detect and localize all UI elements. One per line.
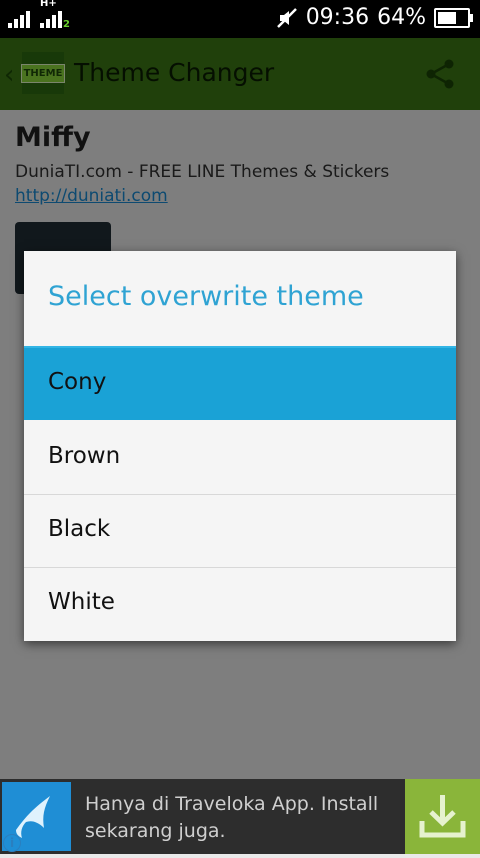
option-cony[interactable]: Cony xyxy=(24,348,456,420)
ad-banner[interactable]: Hanya di Traveloka App. Install sekarang… xyxy=(0,779,480,854)
battery-percent: 64% xyxy=(377,5,426,30)
status-bar: H+ 2 09:36 64% xyxy=(0,0,480,38)
option-label: Cony xyxy=(48,369,107,395)
signal-strength-icon-2 xyxy=(40,8,62,28)
clock: 09:36 xyxy=(305,5,370,30)
sim2-signal: H+ 2 xyxy=(40,0,70,30)
mute-icon xyxy=(276,7,297,28)
option-label: Black xyxy=(48,516,111,542)
signal-indicators: H+ 2 xyxy=(8,0,70,30)
sim2-label: 2 xyxy=(63,19,70,30)
option-white[interactable]: White xyxy=(24,568,456,640)
battery-icon xyxy=(434,7,473,28)
download-icon xyxy=(419,795,466,838)
option-black[interactable]: Black xyxy=(24,495,456,568)
select-theme-dialog: Select overwrite theme Cony Brown Black … xyxy=(24,251,456,641)
signal-strength-icon xyxy=(8,8,30,28)
ad-info-icon[interactable]: i xyxy=(3,834,21,852)
option-brown[interactable]: Brown xyxy=(24,422,456,495)
download-button[interactable] xyxy=(405,779,480,854)
option-label: White xyxy=(48,589,115,615)
dialog-title: Select overwrite theme xyxy=(48,281,364,312)
network-type-label: H+ xyxy=(40,0,57,9)
ad-text[interactable]: Hanya di Traveloka App. Install sekarang… xyxy=(85,791,395,845)
option-label: Brown xyxy=(48,443,121,469)
